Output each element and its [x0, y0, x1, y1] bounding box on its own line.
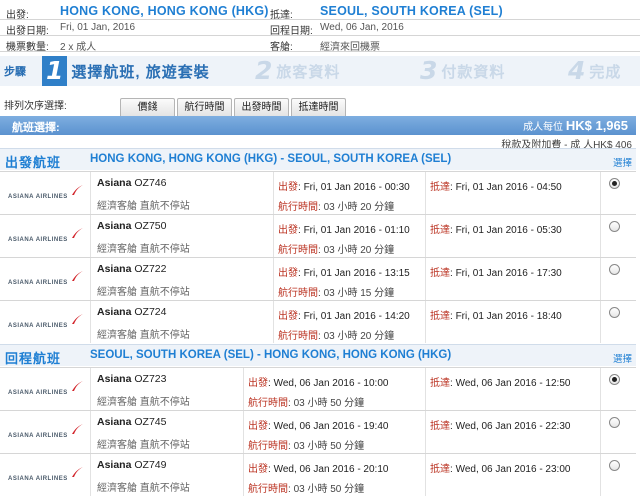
departure-time: 出發: Wed, 06 Jan 2016 - 10:00: [248, 378, 389, 389]
outbound-flight-row[interactable]: ASIANA AIRLINES Asiana OZ746 經濟客艙 直航不停站 出發:…: [0, 171, 636, 214]
asiana-logo-icon: ASIANA AIRLINES: [8, 184, 84, 202]
flight-class: 經濟客艙 直航不停站: [97, 330, 190, 341]
flight-duration: 航行時間: 03 小時 20 分鐘: [278, 331, 395, 342]
arrival-time: 抵達: Fri, 01 Jan 2016 - 04:50: [430, 182, 562, 193]
flight-class: 經濟客艙 直航不停站: [97, 397, 190, 408]
sort-tab-arrival[interactable]: 抵達時間: [291, 98, 346, 116]
flight-select-radio[interactable]: [609, 264, 620, 275]
flight-class: 經濟客艙 直航不停站: [97, 244, 190, 255]
asiana-logo-icon: ASIANA AIRLINES: [8, 270, 84, 288]
inbound-flight-row[interactable]: ASIANA AIRLINES Asiana OZ745 經濟客艙 直航不停站 出發:…: [0, 410, 636, 453]
flight-duration: 航行時間: 03 小時 50 分鐘: [248, 398, 365, 409]
inbound-flight-row[interactable]: ASIANA AIRLINES Asiana OZ749 經濟客艙 直航不停站 出發:…: [0, 453, 636, 496]
departure-time: 出發: Fri, 01 Jan 2016 - 01:10: [278, 225, 410, 236]
inbound-flight-row[interactable]: ASIANA AIRLINES Asiana OZ723 經濟客艙 直航不停站 出發:…: [0, 367, 636, 410]
outbound-select-label: 選擇: [612, 158, 632, 169]
flight-select-radio[interactable]: [609, 460, 620, 471]
outbound-title: 出發航班: [5, 155, 62, 170]
departure-time: 出發: Wed, 06 Jan 2016 - 20:10: [248, 464, 389, 475]
flight-number: Asiana OZ745: [97, 416, 167, 428]
arrival-time: 抵達: Wed, 06 Jan 2016 - 12:50: [430, 378, 571, 389]
flight-select-radio[interactable]: [609, 417, 620, 428]
step-4: 4 完成: [568, 56, 622, 85]
outbound-flight-row[interactable]: ASIANA AIRLINES Asiana OZ724 經濟客艙 直航不停站 出發:…: [0, 300, 636, 343]
departure-time: 出發: Fri, 01 Jan 2016 - 00:30: [278, 182, 410, 193]
flight-duration: 航行時間: 03 小時 20 分鐘: [278, 202, 395, 213]
flight-selection-title: 航班選擇:: [12, 122, 60, 134]
flight-number: Asiana OZ723: [97, 373, 167, 385]
flight-number: Asiana OZ750: [97, 220, 167, 232]
flight-number: Asiana OZ746: [97, 177, 167, 189]
inbound-route: SEOUL, SOUTH KOREA (SEL) - HONG KONG, HO…: [90, 349, 452, 361]
flight-number: Asiana OZ724: [97, 306, 167, 318]
flight-number: Asiana OZ722: [97, 263, 167, 275]
flight-class: 經濟客艙 直航不停站: [97, 483, 190, 494]
asiana-logo-icon: ASIANA AIRLINES: [8, 380, 84, 398]
departure-time: 出發: Wed, 06 Jan 2016 - 19:40: [248, 421, 389, 432]
inbound-select-label: 選擇: [612, 354, 632, 365]
flight-duration: 航行時間: 03 小時 15 分鐘: [278, 288, 395, 299]
departure-time: 出發: Fri, 01 Jan 2016 - 14:20: [278, 311, 410, 322]
return-date: Wed, 06 Jan, 2016: [320, 22, 404, 33]
flight-class: 經濟客艙 直航不停站: [97, 287, 190, 298]
flight-number: Asiana OZ749: [97, 459, 167, 471]
arrival-time: 抵達: Fri, 01 Jan 2016 - 17:30: [430, 268, 562, 279]
flight-duration: 航行時間: 03 小時 20 分鐘: [278, 245, 395, 256]
inbound-section-header: 回程航班 SEOUL, SOUTH KOREA (SEL) - HONG KON…: [0, 344, 636, 366]
asiana-logo-icon: ASIANA AIRLINES: [8, 227, 84, 245]
flight-selection-header: 航班選擇: 成人每位 HK$ 1,965: [0, 116, 636, 135]
adult-price: 成人每位 HK$ 1,965: [523, 118, 628, 133]
arrival-time: 抵達: Fri, 01 Jan 2016 - 05:30: [430, 225, 562, 236]
booking-steps: 步驟 1 選擇航班, 旅遊套裝 2 旅客資料 3 付款資料 4 完成: [0, 56, 640, 86]
step-1: 1 選擇航班, 旅遊套裝: [42, 56, 210, 86]
asiana-logo-icon: ASIANA AIRLINES: [8, 466, 84, 484]
flight-select-radio[interactable]: [609, 374, 620, 385]
sort-label: 排列次序選擇:: [4, 101, 67, 112]
steps-label: 步驟: [4, 66, 26, 78]
sort-tab-departure[interactable]: 出發時間: [234, 98, 289, 116]
asiana-logo-icon: ASIANA AIRLINES: [8, 313, 84, 331]
outbound-route: HONG KONG, HONG KONG (HKG) - SEOUL, SOUT…: [90, 153, 452, 165]
flight-select-radio[interactable]: [609, 178, 620, 189]
arrival-time: 抵達: Wed, 06 Jan 2016 - 22:30: [430, 421, 571, 432]
flight-select-radio[interactable]: [609, 221, 620, 232]
flight-select-radio[interactable]: [609, 307, 620, 318]
flight-class: 經濟客艙 直航不停站: [97, 201, 190, 212]
depart-date: Fri, 01 Jan, 2016: [60, 22, 136, 33]
origin-city: HONG KONG, HONG KONG (HKG): [60, 4, 269, 18]
outbound-flight-row[interactable]: ASIANA AIRLINES Asiana OZ750 經濟客艙 直航不停站 出發:…: [0, 214, 636, 257]
sort-tab-price[interactable]: 價錢: [120, 98, 175, 116]
flight-class: 經濟客艙 直航不停站: [97, 440, 190, 451]
step-3: 3 付款資料: [420, 56, 506, 85]
dest-city: SEOUL, SOUTH KOREA (SEL): [320, 4, 503, 18]
outbound-section-header: 出發航班 HONG KONG, HONG KONG (HKG) - SEOUL,…: [0, 148, 636, 170]
outbound-flight-row[interactable]: ASIANA AIRLINES Asiana OZ722 經濟客艙 直航不停站 出發:…: [0, 257, 636, 300]
sort-tab-duration[interactable]: 航行時間: [177, 98, 232, 116]
asiana-logo-icon: ASIANA AIRLINES: [8, 423, 84, 441]
flight-duration: 航行時間: 03 小時 50 分鐘: [248, 484, 365, 495]
arrival-time: 抵達: Wed, 06 Jan 2016 - 23:00: [430, 464, 571, 475]
departure-time: 出發: Fri, 01 Jan 2016 - 13:15: [278, 268, 410, 279]
arrival-time: 抵達: Fri, 01 Jan 2016 - 18:40: [430, 311, 562, 322]
flight-duration: 航行時間: 03 小時 50 分鐘: [248, 441, 365, 452]
step-2: 2 旅客資料: [255, 56, 341, 85]
inbound-title: 回程航班: [5, 351, 62, 366]
